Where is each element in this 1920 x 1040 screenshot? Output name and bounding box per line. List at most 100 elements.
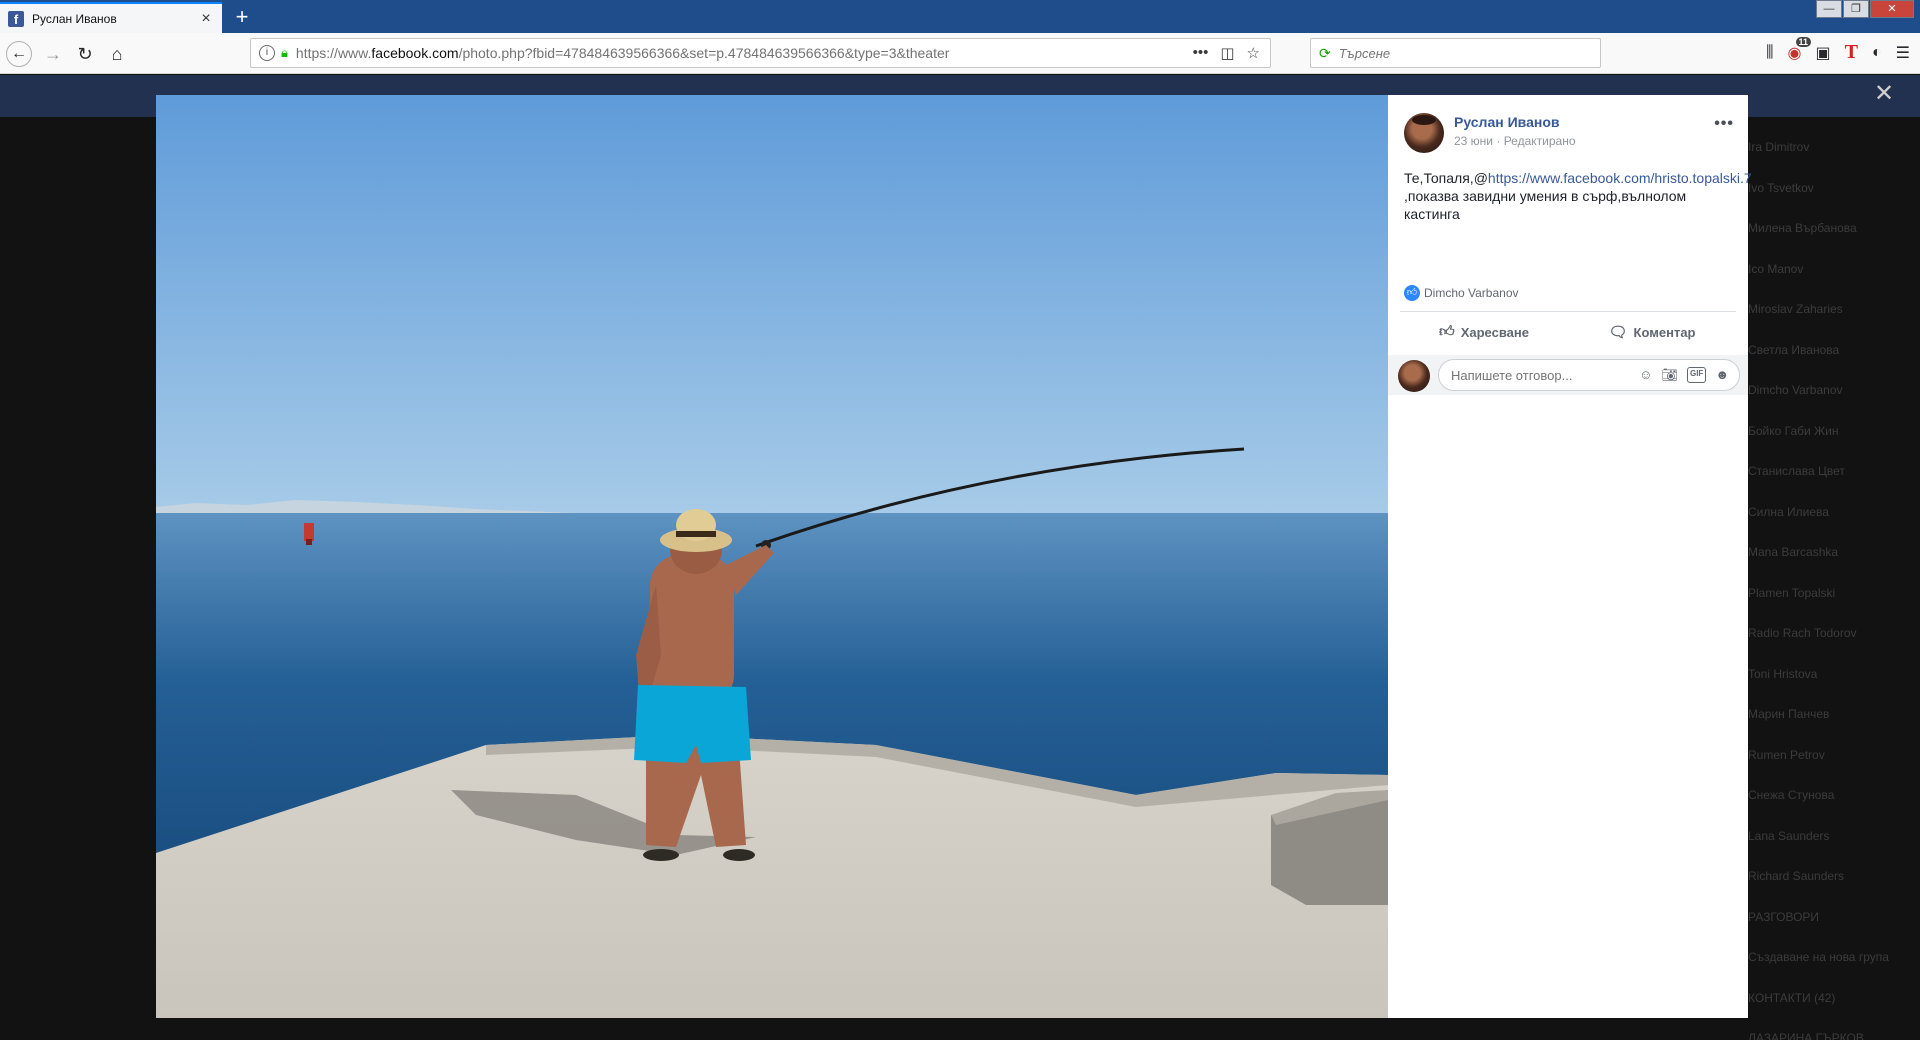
- author-avatar[interactable]: [1404, 113, 1444, 153]
- chat-sidebar-item: КОНТАКТИ (42): [1748, 978, 1920, 1019]
- post-side-panel: Руслан Иванов 23 юни · Редактирано ••• Т…: [1388, 95, 1752, 1018]
- chat-sidebar-item: Richard Saunders: [1748, 856, 1920, 897]
- chat-sidebar-item: Ira Dimitrov: [1748, 127, 1920, 168]
- chat-contact-name: Dimcho Varbanov: [1748, 383, 1843, 398]
- chat-contact-name: Светла Иванова: [1748, 342, 1840, 357]
- search-engine-icon[interactable]: ⟳: [1319, 45, 1331, 62]
- chat-contact-name: Richard Saunders: [1748, 869, 1845, 884]
- browser-search-input[interactable]: [1338, 45, 1600, 61]
- fishing-photo: [156, 95, 1388, 1018]
- home-button[interactable]: ⌂: [104, 41, 130, 67]
- tab-title: Руслан Иванов: [32, 11, 117, 26]
- chat-sidebar-item: Miroslav Zaharies: [1748, 289, 1920, 330]
- chat-sidebar-item: Създаване на нова група: [1748, 937, 1920, 978]
- chat-contact-name: Бойко Габи Жин: [1748, 423, 1839, 438]
- comment-composer[interactable]: ☺ 📷︎ GIF ☻: [1438, 359, 1740, 391]
- url-text[interactable]: https://www.facebook.com/photo.php?fbid=…: [296, 45, 1193, 61]
- chat-sidebar-item: Марин Панчев: [1748, 694, 1920, 735]
- caption-prefix: Те,Топаля,@: [1404, 170, 1488, 186]
- chat-sidebar-item: Снежа Стунова: [1748, 775, 1920, 816]
- chat-contact-name: Plamen Topalski: [1748, 585, 1836, 600]
- gif-icon[interactable]: GIF: [1686, 367, 1707, 383]
- chat-contact-name: Марин Панчев: [1748, 707, 1830, 722]
- camera-icon[interactable]: 📷︎: [1661, 367, 1678, 383]
- forward-button[interactable]: →: [40, 41, 66, 67]
- account-icon[interactable]: ◐: [1872, 44, 1882, 62]
- comment-composer-row: ☺ 📷︎ GIF ☻: [1388, 355, 1748, 395]
- chat-contact-name: Toni Hristova: [1748, 666, 1818, 681]
- toolbar-icons: ⫼ ◉ 11 ▣ T ◐ ☰: [1766, 36, 1910, 64]
- post-date-link[interactable]: 23 юни: [1454, 134, 1493, 148]
- chat-contact-name: Станислава Цвет: [1748, 464, 1845, 479]
- post-actions: 👍︎ Харесване 🗨︎ Коментар: [1400, 314, 1736, 350]
- chat-contact-name: Създаване на нова група: [1748, 950, 1889, 965]
- like-button-label: Харесване: [1460, 324, 1529, 340]
- addon-news-icon[interactable]: ◉ 11: [1788, 36, 1812, 63]
- browser-tab-strip: f Руслан Иванов × + — ❐ ✕: [0, 0, 1920, 33]
- sidebar-toggle-icon[interactable]: ▣: [1816, 43, 1831, 63]
- post-options-button[interactable]: •••: [1714, 115, 1734, 133]
- tab-close-icon[interactable]: ×: [198, 10, 214, 28]
- bookmark-star-icon[interactable]: ☆: [1247, 44, 1260, 62]
- library-icon[interactable]: ⫼: [1766, 44, 1773, 62]
- like-button[interactable]: 👍︎ Харесване: [1400, 314, 1568, 350]
- chat-contact-name: ЛАЗАРИНА ГЪРКОВ: [1748, 1031, 1864, 1040]
- reply-input[interactable]: [1451, 367, 1640, 383]
- caption-profile-link[interactable]: https://www.facebook.com/hristo.topalski…: [1488, 170, 1752, 186]
- chat-sidebar-item: Силна Илиева: [1748, 492, 1920, 533]
- chat-contact-name: Mana Barcashka: [1748, 545, 1839, 560]
- pocket-icon[interactable]: ◫: [1220, 44, 1234, 62]
- browser-navigation-bar: ← → ↻ ⌂ i 🔒︎ https://www.facebook.com/ph…: [0, 33, 1920, 74]
- chat-sidebar-item: Милена Върбанова: [1748, 208, 1920, 249]
- chat-sidebar-item: РАЗГОВОРИ: [1748, 897, 1920, 938]
- post-meta: 23 юни · Редактирано: [1454, 134, 1576, 148]
- comment-button-label: Коментар: [1633, 324, 1696, 340]
- lock-icon: 🔒︎: [281, 45, 288, 60]
- reactions-divider: [1400, 311, 1736, 312]
- menu-icon[interactable]: ☰: [1896, 43, 1910, 63]
- emoji-icon[interactable]: ☺: [1639, 367, 1652, 383]
- chat-contact-name: РАЗГОВОРИ: [1748, 909, 1820, 924]
- viewer-avatar: [1398, 360, 1430, 392]
- like-reaction-icon: 👍︎: [1404, 285, 1420, 301]
- chat-contact-name: Rumen Petrov: [1748, 747, 1825, 762]
- chat-contact-name: Ivo Tsvetkov: [1748, 180, 1814, 195]
- chat-contact-name: Ico Manov: [1748, 261, 1804, 276]
- site-info-icon[interactable]: i: [259, 45, 275, 61]
- chat-contact-name: КОНТАКТИ (42): [1748, 990, 1836, 1005]
- window-minimize-button[interactable]: —: [1816, 0, 1842, 18]
- chat-sidebar-item: Ico Manov: [1748, 249, 1920, 290]
- facebook-favicon-icon: f: [8, 10, 24, 27]
- reactions-summary[interactable]: 👍︎ Dimcho Varbanov: [1404, 285, 1519, 301]
- chat-sidebar-item: Mana Barcashka: [1748, 532, 1920, 573]
- new-tab-button[interactable]: +: [228, 3, 256, 31]
- back-button[interactable]: ←: [6, 41, 32, 67]
- caption-suffix: ,показва завидни умения в сърф,вълнолом …: [1404, 188, 1687, 222]
- photo-stage[interactable]: [156, 95, 1388, 1018]
- author-name-link[interactable]: Руслан Иванов: [1454, 114, 1559, 130]
- chat-sidebar-item: Станислава Цвет: [1748, 451, 1920, 492]
- post-header: Руслан Иванов 23 юни · Редактирано •••: [1404, 111, 1734, 155]
- chat-sidebar-item: Radio Rach Todorov: [1748, 613, 1920, 654]
- sticker-icon[interactable]: ☻: [1715, 367, 1729, 383]
- address-bar[interactable]: i 🔒︎ https://www.facebook.com/photo.php?…: [250, 38, 1271, 68]
- post-caption: Те,Топаля,@https://www.facebook.com/hris…: [1404, 169, 1752, 223]
- search-bar[interactable]: ⟳: [1310, 38, 1601, 68]
- comment-button[interactable]: 🗨︎ Коментар: [1568, 314, 1736, 350]
- url-host: https://www.: [295, 45, 372, 61]
- page-actions-icon[interactable]: •••: [1193, 44, 1209, 62]
- window-close-button[interactable]: ✕: [1870, 0, 1914, 18]
- chat-sidebar-item: Plamen Topalski: [1748, 573, 1920, 614]
- theater-close-icon[interactable]: ✕: [1872, 82, 1896, 106]
- thumbs-up-icon: 👍︎: [1439, 323, 1455, 340]
- chat-contact-name: Силна Илиева: [1748, 504, 1829, 519]
- browser-tab-active[interactable]: f Руслан Иванов ×: [0, 2, 222, 33]
- translate-addon-icon[interactable]: T: [1845, 41, 1858, 64]
- reacted-by-name[interactable]: Dimcho Varbanov: [1424, 286, 1519, 300]
- edited-label[interactable]: Редактирано: [1504, 134, 1576, 148]
- reload-button[interactable]: ↻: [72, 41, 98, 67]
- chat-contact-name: Милена Върбанова: [1748, 221, 1857, 236]
- window-restore-button[interactable]: ❐: [1843, 0, 1869, 18]
- chat-sidebar-item: Бойко Габи Жин: [1748, 411, 1920, 452]
- notification-badge: 11: [1795, 36, 1812, 47]
